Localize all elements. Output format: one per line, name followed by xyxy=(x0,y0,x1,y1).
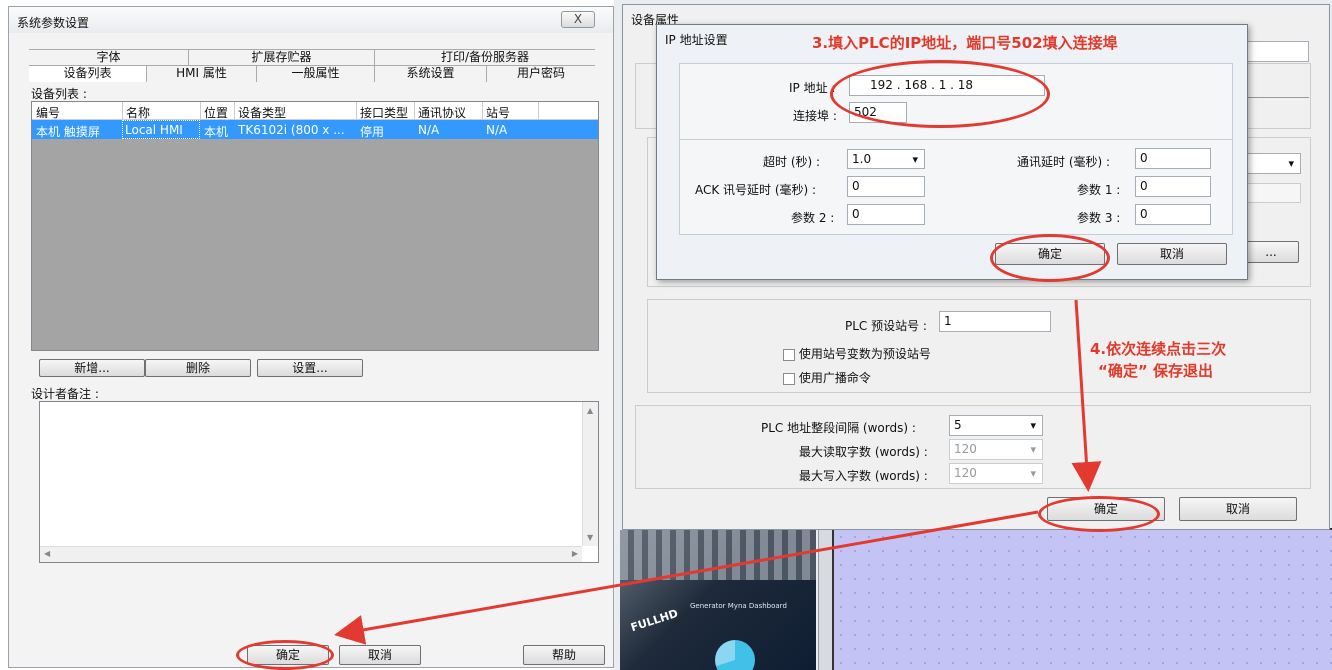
use-station-var-label: 使用站号变数为预设站号 xyxy=(798,347,931,361)
table-row[interactable]: 本机 触摸屏 Local HMI 本机 TK6102i (800 x ... 停… xyxy=(32,120,598,139)
tab-font[interactable]: 字体 xyxy=(29,50,189,66)
tab-system-settings[interactable]: 系统设置 xyxy=(375,66,487,82)
max-read-label: 最大读取字数 (words) : xyxy=(799,445,928,459)
system-settings-dialog: 系统参数设置 X 字体 扩展存贮器 打印/备份服务器 设备列表 HMI 属性 一… xyxy=(8,6,614,668)
max-write-label: 最大写入字数 (words) : xyxy=(799,469,928,483)
ip-ok-highlight-oval xyxy=(990,234,1110,282)
plc-station-label: PLC 预设站号 : xyxy=(845,319,927,333)
device-table: 编号 名称 位置 设备类型 接口类型 通讯协议 站号 本机 触摸屏 Local … xyxy=(31,101,599,351)
tab-extended-memory[interactable]: 扩展存贮器 xyxy=(189,50,375,66)
comm-delay-label: 通讯延时 (毫秒) : xyxy=(1017,155,1111,169)
ip-cancel-button[interactable]: 取消 xyxy=(1117,243,1227,265)
param1-label: 参数 1 : xyxy=(1077,183,1121,197)
scroll-left-icon: ◀ xyxy=(44,549,51,558)
addr-interval-label: PLC 地址整段间隔 (words) : xyxy=(761,421,916,435)
thumbnail-pie xyxy=(715,640,755,670)
scroll-down-icon: ▼ xyxy=(587,533,594,542)
ip-dialog-title: IP 地址设置 xyxy=(665,33,728,47)
param3-label: 参数 3 : xyxy=(1077,211,1121,225)
col-header-device-type[interactable]: 设备类型 xyxy=(238,104,286,121)
param3-field[interactable]: 0 xyxy=(1135,204,1211,225)
ip-address-label: IP 地址 : xyxy=(789,81,836,95)
device-ok-highlight-oval xyxy=(1038,496,1160,532)
max-read-combo[interactable]: 120 xyxy=(949,439,1043,460)
port-label: 连接埠 : xyxy=(793,109,837,123)
ellipsis-button[interactable]: ... xyxy=(1243,241,1299,263)
step4-annotation-line1: 4.依次连续点击三次 xyxy=(1090,340,1227,358)
tab-general-properties[interactable]: 一般属性 xyxy=(257,66,375,82)
use-station-var-option[interactable]: 使用站号变数为预设站号 xyxy=(783,345,931,362)
ip-port-highlight-oval xyxy=(830,60,1050,128)
col-header-protocol[interactable]: 通讯协议 xyxy=(418,104,466,121)
delete-button[interactable]: 删除 xyxy=(145,359,251,377)
col-header-name[interactable]: 名称 xyxy=(126,104,150,121)
dashboard-thumbnail: FULLHD Generator Myna Dashboard xyxy=(620,530,816,670)
notes-vscrollbar[interactable]: ▲ ▼ xyxy=(582,402,598,546)
cell-interface: 停用 xyxy=(360,125,385,139)
thumbnail-title: Generator Myna Dashboard xyxy=(690,602,787,610)
tab-device-list[interactable]: 设备列表 xyxy=(29,66,147,82)
col-header-location[interactable]: 位置 xyxy=(204,104,228,121)
tab-row-2: 设备列表 HMI 属性 一般属性 系统设置 用户密码 xyxy=(29,65,595,82)
ack-delay-field[interactable]: 0 xyxy=(847,176,925,197)
designer-notes-label: 设计者备注 : xyxy=(31,387,99,401)
table-header: 编号 名称 位置 设备类型 接口类型 通讯协议 站号 xyxy=(32,102,598,120)
col-header-station[interactable]: 站号 xyxy=(486,104,510,121)
step3-annotation: 3.填入PLC的IP地址，端口号502填入连接埠 xyxy=(812,34,1118,52)
col-header-no[interactable]: 编号 xyxy=(36,104,60,121)
tab-print-backup-server[interactable]: 打印/备份服务器 xyxy=(375,50,595,66)
param2-field[interactable]: 0 xyxy=(847,204,925,225)
cell-device-type: TK6102i (800 x ... xyxy=(238,123,345,137)
notes-hscrollbar[interactable]: ◀ ▶ xyxy=(40,546,582,562)
cell-name: Local HMI xyxy=(122,120,200,139)
tab-hmi-properties[interactable]: HMI 属性 xyxy=(147,66,257,82)
col-header-interface[interactable]: 接口类型 xyxy=(360,104,408,121)
addr-interval-combo[interactable]: 5 xyxy=(949,415,1043,436)
use-station-var-checkbox[interactable] xyxy=(783,348,795,361)
scroll-right-icon: ▶ xyxy=(571,549,578,558)
settings-button[interactable]: 设置... xyxy=(257,359,363,377)
designer-notes-textarea[interactable]: ▲ ▼ ◀ ▶ xyxy=(39,401,599,563)
device-list-label: 设备列表 : xyxy=(31,87,87,101)
dialog-title: 系统参数设置 xyxy=(17,16,90,30)
cancel-button[interactable]: 取消 xyxy=(339,645,421,665)
help-button[interactable]: 帮助 xyxy=(523,645,605,665)
cell-protocol: N/A xyxy=(418,123,440,137)
step4-annotation-line2: “确定” 保存退出 xyxy=(1098,362,1213,380)
use-broadcast-option[interactable]: 使用广播命令 xyxy=(783,369,871,386)
cell-location: 本机 xyxy=(204,125,229,139)
param2-label: 参数 2 : xyxy=(791,211,835,225)
timeout-combo[interactable]: 1.0 xyxy=(847,149,925,169)
cell-station: N/A xyxy=(486,123,508,137)
cell-no: 本机 触摸屏 xyxy=(36,125,100,139)
system-ok-highlight-oval xyxy=(236,640,334,670)
use-broadcast-checkbox[interactable] xyxy=(783,372,795,385)
max-write-combo[interactable]: 120 xyxy=(949,463,1043,484)
thumbnail-logo: FULLHD xyxy=(629,606,680,635)
tab-user-password[interactable]: 用户密码 xyxy=(487,66,595,82)
tab-row-1: 字体 扩展存贮器 打印/备份服务器 xyxy=(29,49,595,66)
canvas-divider xyxy=(818,528,832,670)
add-button[interactable]: 新增... xyxy=(39,359,145,377)
dialog-titlebar: 系统参数设置 X xyxy=(9,7,613,33)
plc-station-field[interactable]: 1 xyxy=(939,311,1051,332)
timeout-label: 超时 (秒) : xyxy=(763,155,821,169)
use-broadcast-label: 使用广播命令 xyxy=(798,371,871,385)
close-icon: X xyxy=(573,12,583,26)
device-cancel-button[interactable]: 取消 xyxy=(1179,497,1297,521)
close-button[interactable]: X xyxy=(561,11,595,28)
ack-delay-label: ACK 讯号延时 (毫秒) : xyxy=(695,183,817,197)
comm-delay-field[interactable]: 0 xyxy=(1135,148,1211,169)
design-canvas xyxy=(832,528,1332,670)
scroll-up-icon: ▲ xyxy=(587,406,594,415)
param1-field[interactable]: 0 xyxy=(1135,176,1211,197)
